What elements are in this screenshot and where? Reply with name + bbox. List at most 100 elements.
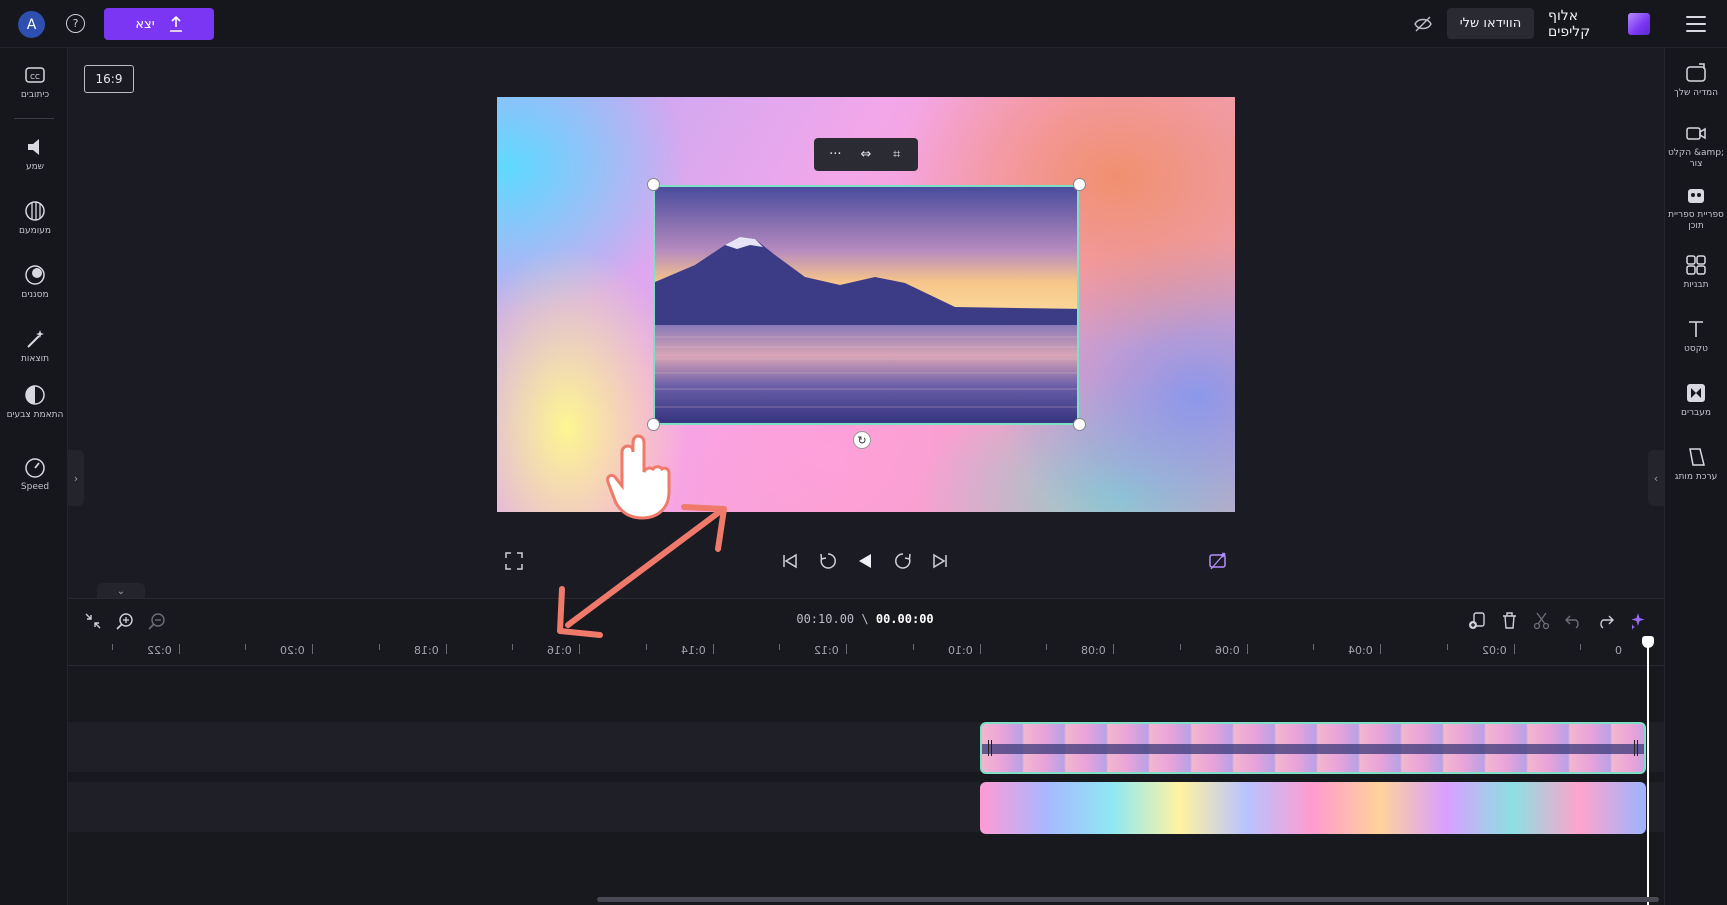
playback-controls <box>780 548 950 574</box>
sidebar-item-color-adjust[interactable]: התאמת צבעים <box>4 384 66 421</box>
sidebar-item-filters[interactable]: מסננים <box>4 264 66 301</box>
resize-handle-bottom-right[interactable] <box>1073 418 1086 431</box>
sidebar-label: Speed <box>20 482 50 492</box>
filters-icon <box>25 265 45 285</box>
fit-timeline-icon[interactable] <box>84 612 102 630</box>
sidebar-label: שמע <box>25 162 45 172</box>
ruler-minor-tick <box>1313 644 1315 650</box>
speed-icon <box>25 458 45 478</box>
divider <box>14 118 54 119</box>
ruler-minor-tick <box>1046 644 1048 650</box>
ruler-minor-tick <box>645 644 647 650</box>
sidebar-item-fade[interactable]: מעומעם <box>4 200 66 237</box>
resize-arrow-icon <box>557 504 727 638</box>
clip-trim-handle-left[interactable] <box>988 740 992 756</box>
forward-5-icon[interactable] <box>893 551 913 571</box>
selected-image-layer[interactable] <box>653 185 1079 425</box>
sidebar-item-media[interactable]: המדיה שלך <box>1665 62 1727 99</box>
hide-icon[interactable] <box>1413 15 1433 33</box>
timeline-zoom-controls <box>84 610 174 632</box>
sidebar-item-record[interactable]: הקלט &amp; צור <box>1665 122 1727 170</box>
image-clip[interactable] <box>980 722 1646 774</box>
ruler-tick <box>1246 644 1248 654</box>
split-icon[interactable] <box>1532 611 1551 630</box>
redo-icon[interactable] <box>1596 611 1615 630</box>
rotate-icon[interactable]: ↻ <box>853 431 871 449</box>
sidebar-label: התאמת צבעים <box>6 410 64 420</box>
ruler-label: 0:10 <box>947 644 973 657</box>
sidebar-label: המדיה שלך <box>1674 88 1718 98</box>
resize-handle-top-left[interactable] <box>647 178 660 191</box>
upload-icon <box>169 16 182 32</box>
timeline-collapse-button[interactable]: ⌄ <box>97 583 145 599</box>
ruler-minor-tick <box>245 644 247 650</box>
clip-trim-handle-right[interactable] <box>1634 740 1638 756</box>
left-panel-toggle[interactable]: › <box>68 450 84 506</box>
resize-handle-top-right[interactable] <box>1073 178 1086 191</box>
brand-logo-icon <box>1627 13 1650 35</box>
my-videos-button[interactable]: הווידאו שלי <box>1447 8 1534 39</box>
help-icon[interactable]: ? <box>66 14 85 33</box>
timeline-ruler: 0 0:02 0:04 0:06 0:08 0:10 0:12 0:14 0:16 0:18 0:2… <box>68 640 1664 666</box>
sidebar-label: הקלט &amp; צור <box>1667 148 1725 169</box>
ai-magic-icon[interactable] <box>1207 550 1229 572</box>
timecode: 00:10.00 \ 00.00:00 <box>796 612 934 626</box>
playhead[interactable] <box>1647 636 1649 905</box>
audio-icon <box>28 139 39 155</box>
fade-icon <box>25 201 45 221</box>
sidebar-item-brand-kit[interactable]: ערכת מותג <box>1665 446 1727 483</box>
skip-forward-icon[interactable] <box>930 551 950 571</box>
ruler-tick <box>579 644 580 654</box>
sidebar-item-transitions[interactable]: מעברים <box>1665 382 1727 419</box>
sidebar-item-audio[interactable]: שמע <box>4 136 66 173</box>
export-label: יצא <box>135 16 155 32</box>
ruler-label: 0:12 <box>814 644 839 657</box>
sidebar-label: ספריית ספריית תוכן <box>1668 210 1724 231</box>
ai-sparkle-icon[interactable] <box>1628 611 1647 630</box>
content-library-icon <box>1688 189 1704 203</box>
fit-icon[interactable]: ⇔ <box>853 147 879 162</box>
templates-icon <box>1686 255 1706 275</box>
more-icon[interactable]: ··· <box>822 147 848 162</box>
ruler-label: 0:06 <box>1214 644 1240 657</box>
gradient-background-clip[interactable] <box>980 782 1646 834</box>
ruler-minor-tick <box>512 644 514 650</box>
ruler-minor-tick <box>111 644 113 650</box>
left-sidebar: CC כיתובים שמע מעומעם מסננים תוצאות התאמ… <box>0 48 68 905</box>
timeline-scrollbar[interactable] <box>597 897 1659 902</box>
aspect-ratio-button[interactable]: 16:9 <box>84 65 134 93</box>
right-sidebar: המדיה שלך הקלט &amp; צור ספריית ספריית ת… <box>1664 48 1727 905</box>
menu-icon[interactable] <box>1686 16 1706 32</box>
export-button[interactable]: יצא <box>104 8 214 40</box>
ruler-tick <box>979 644 981 654</box>
sidebar-label: מעברים <box>1680 408 1711 418</box>
crop-icon[interactable]: ⌗ <box>884 147 910 162</box>
rewind-5-icon[interactable] <box>818 551 838 571</box>
undo-icon[interactable] <box>1564 611 1583 630</box>
add-media-icon[interactable] <box>1468 611 1487 630</box>
media-folder-icon <box>1686 63 1706 82</box>
ruler-tick <box>1513 644 1515 654</box>
sidebar-item-speed[interactable]: Speed <box>4 456 66 493</box>
fullscreen-icon[interactable] <box>505 552 523 570</box>
zoom-in-icon[interactable] <box>116 612 134 630</box>
effects-icon <box>27 330 44 348</box>
sidebar-item-content-library[interactable]: ספריית ספריית תוכן <box>1665 184 1727 232</box>
ruler-label: 0:20 <box>280 644 305 657</box>
sidebar-item-captions[interactable]: CC כיתובים <box>4 64 66 101</box>
sidebar-item-templates[interactable]: תבניות <box>1665 254 1727 291</box>
skip-back-icon[interactable] <box>780 551 800 571</box>
delete-icon[interactable] <box>1500 611 1519 630</box>
sidebar-item-text[interactable]: טקסט <box>1665 318 1727 355</box>
ruler-label: 0:18 <box>413 644 439 657</box>
zoom-out-icon[interactable] <box>148 612 166 630</box>
sidebar-item-effects[interactable]: תוצאות <box>4 328 66 365</box>
play-icon[interactable] <box>855 551 875 571</box>
brand[interactable]: אלוף קליפים <box>1548 8 1650 40</box>
user-avatar[interactable]: A <box>18 11 45 38</box>
timeline-edit-controls <box>1468 608 1652 632</box>
ruler-tick <box>712 644 714 654</box>
mountain-lake-image <box>655 187 1077 423</box>
right-panel-toggle[interactable]: ‹ <box>1648 450 1664 506</box>
sidebar-label: ערכת מותג <box>1674 472 1718 482</box>
